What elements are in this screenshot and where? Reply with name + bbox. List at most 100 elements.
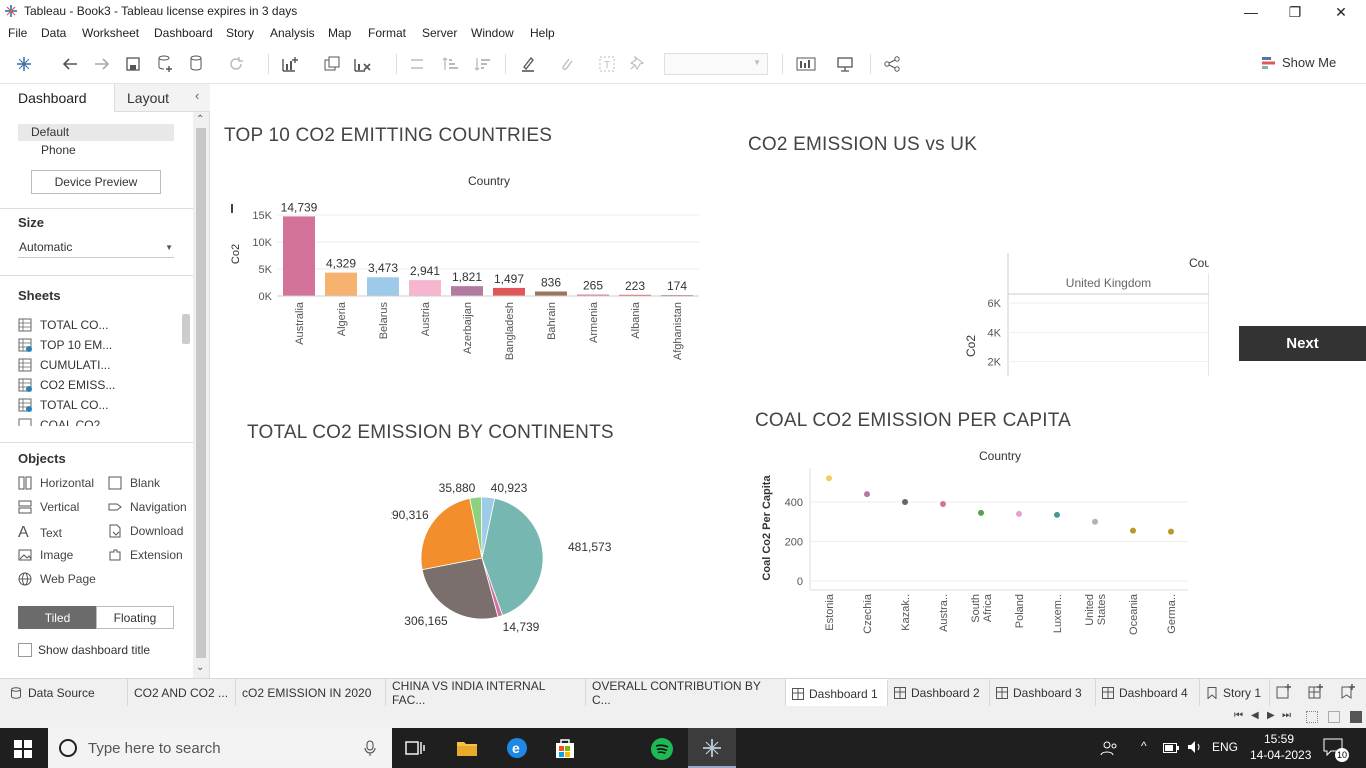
menu-dashboard[interactable]: Dashboard: [154, 26, 213, 40]
clear-sheet-icon[interactable]: [352, 54, 372, 74]
spotify-icon[interactable]: [650, 737, 674, 764]
redo-icon[interactable]: [92, 54, 112, 74]
minimize-button[interactable]: —: [1228, 0, 1274, 24]
show-tabs-icon[interactable]: [1350, 711, 1362, 723]
object-vertical[interactable]: Vertical: [18, 500, 79, 514]
show-sheet-sorter-icon[interactable]: [1328, 711, 1340, 723]
pane-scrollbar[interactable]: ⌃ ⌄: [193, 112, 209, 678]
object-navigation[interactable]: Navigation: [108, 500, 187, 514]
menu-window[interactable]: Window: [471, 26, 514, 40]
windows-start-icon[interactable]: [14, 740, 32, 761]
sheet-item[interactable]: TOTAL CO...: [18, 398, 108, 412]
tiled-toggle[interactable]: Tiled: [18, 606, 97, 629]
new-story-tab-icon[interactable]: [1340, 684, 1358, 702]
notifications-icon[interactable]: 10: [1323, 738, 1349, 762]
tab-sheet[interactable]: OVERALL CONTRIBUTION BY C...: [586, 679, 786, 707]
sort-ascending-icon[interactable]: [440, 54, 460, 74]
last-sheet-icon[interactable]: ⏭: [1282, 710, 1291, 721]
task-view-icon[interactable]: [405, 739, 425, 760]
highlight-icon[interactable]: [518, 54, 538, 74]
new-datasource-icon[interactable]: [155, 54, 175, 74]
object-horizontal[interactable]: Horizontal: [18, 476, 94, 490]
chevron-up-icon[interactable]: ^: [1141, 739, 1147, 753]
menu-map[interactable]: Map: [328, 26, 351, 40]
pin-icon[interactable]: [627, 54, 647, 74]
undo-icon[interactable]: [60, 54, 80, 74]
tab-sheet[interactable]: CO2 AND CO2 ...: [128, 679, 236, 707]
menu-server[interactable]: Server: [422, 26, 457, 40]
refresh-icon[interactable]: [226, 54, 246, 74]
close-button[interactable]: ✕: [1318, 0, 1364, 24]
tab-dashboard-2[interactable]: Dashboard 2: [888, 679, 990, 707]
language-indicator[interactable]: ENG: [1212, 740, 1238, 754]
show-filmstrip-icon[interactable]: [1306, 711, 1318, 723]
taskbar-search-box[interactable]: Type here to search: [48, 728, 392, 768]
tab-dashboard-3[interactable]: Dashboard 3: [990, 679, 1096, 707]
menu-story[interactable]: Story: [226, 26, 254, 40]
group-icon[interactable]: [556, 54, 576, 74]
battery-icon[interactable]: [1163, 742, 1179, 756]
device-phone[interactable]: Phone: [41, 143, 76, 157]
tab-dashboard-4[interactable]: Dashboard 4: [1096, 679, 1200, 707]
floating-toggle[interactable]: Floating: [96, 606, 174, 629]
duplicate-icon[interactable]: [322, 54, 342, 74]
pause-datasource-icon[interactable]: [187, 54, 207, 74]
object-download[interactable]: Download: [108, 524, 183, 538]
share-icon[interactable]: [882, 54, 902, 74]
menu-worksheet[interactable]: Worksheet: [82, 26, 139, 40]
people-icon[interactable]: [1100, 740, 1118, 759]
object-extension[interactable]: Extension: [108, 548, 183, 562]
volume-icon[interactable]: [1187, 740, 1203, 757]
sheet-item[interactable]: CUMULATI...: [18, 358, 110, 372]
clock-time[interactable]: 15:59: [1264, 732, 1294, 746]
object-text[interactable]: A Text: [18, 524, 62, 542]
show-me-button[interactable]: Show Me: [1262, 55, 1336, 70]
sheet-item[interactable]: TOTAL CO...: [18, 318, 108, 332]
restore-button[interactable]: ❐: [1272, 0, 1318, 24]
device-preview-button[interactable]: Device Preview: [31, 170, 161, 194]
file-explorer-icon[interactable]: [456, 738, 478, 761]
object-image[interactable]: Image: [18, 548, 73, 562]
tab-dashboard-1[interactable]: Dashboard 1: [786, 679, 888, 707]
sheets-scrollbar[interactable]: [182, 314, 190, 344]
menu-file[interactable]: File: [8, 26, 27, 40]
new-dashboard-tab-icon[interactable]: [1308, 684, 1326, 702]
object-web-page[interactable]: Web Page: [18, 572, 96, 586]
next-sheet-icon[interactable]: ▶: [1267, 710, 1275, 721]
tableau-taskbar-icon[interactable]: [688, 728, 736, 768]
next-button[interactable]: Next: [1239, 326, 1366, 361]
device-default[interactable]: Default: [18, 124, 174, 141]
sheet-item[interactable]: CO2 EMISS...: [18, 378, 115, 392]
tab-dashboard[interactable]: Dashboard: [0, 84, 114, 112]
sheet-item[interactable]: COAL CO2...: [18, 418, 110, 426]
menu-format[interactable]: Format: [368, 26, 406, 40]
tab-sheet[interactable]: CHINA VS INDIA INTERNAL FAC...: [386, 679, 586, 707]
tab-layout[interactable]: Layout ‹: [114, 84, 210, 112]
text-label-icon[interactable]: T: [597, 54, 617, 74]
data-label: 1,497: [494, 272, 524, 286]
menu-help[interactable]: Help: [530, 26, 555, 40]
label-marks-icon[interactable]: [796, 54, 816, 74]
sort-descending-icon[interactable]: [472, 54, 492, 74]
swap-icon[interactable]: [407, 54, 427, 74]
tableau-start-icon[interactable]: [14, 54, 34, 74]
tab-data-source[interactable]: Data Source: [0, 679, 128, 707]
menu-data[interactable]: Data: [41, 26, 66, 40]
prev-sheet-icon[interactable]: ◀: [1251, 710, 1259, 721]
fit-dropdown[interactable]: ▼: [664, 53, 768, 75]
tab-story-1[interactable]: Story 1: [1200, 679, 1270, 707]
show-dashboard-title-checkbox[interactable]: Show dashboard title: [18, 643, 150, 657]
save-icon[interactable]: [123, 54, 143, 74]
size-dropdown[interactable]: Automatic ▼: [18, 238, 174, 258]
tab-sheet[interactable]: cO2 EMISSION IN 2020: [236, 679, 386, 707]
object-blank[interactable]: Blank: [108, 476, 160, 490]
first-sheet-icon[interactable]: ⏮: [1234, 710, 1243, 721]
clock-date[interactable]: 14-04-2023: [1250, 748, 1311, 762]
edge-browser-icon[interactable]: e: [506, 737, 528, 762]
store-icon[interactable]: [554, 737, 576, 762]
menu-analysis[interactable]: Analysis: [270, 26, 315, 40]
presentation-icon[interactable]: [835, 54, 855, 74]
new-worksheet-icon[interactable]: [280, 54, 300, 74]
sheet-item[interactable]: TOP 10 EM...: [18, 338, 112, 352]
new-worksheet-tab-icon[interactable]: [1276, 684, 1294, 702]
